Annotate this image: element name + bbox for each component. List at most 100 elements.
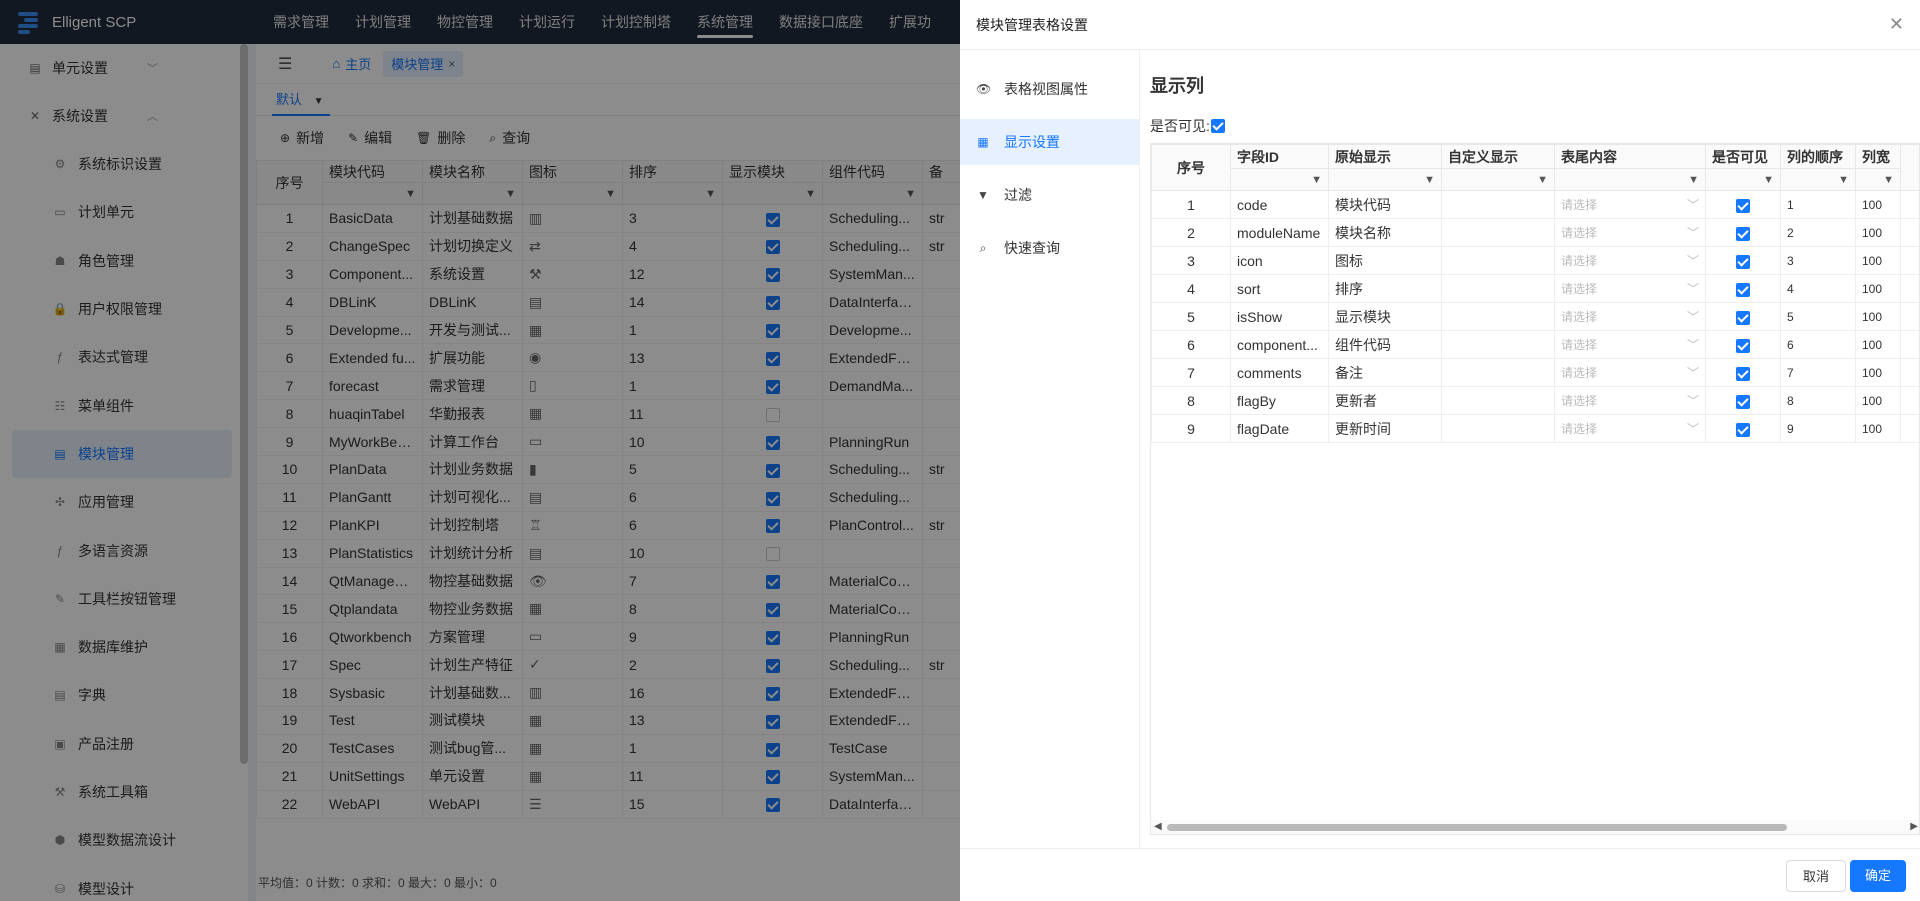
footer-content-select[interactable]: 请选择 ﹀	[1554, 302, 1706, 331]
column-filter[interactable]: ▼	[1328, 168, 1442, 191]
footer-content-select[interactable]: 请选择 ﹀	[1554, 358, 1706, 387]
column-filter[interactable]: ▼	[1705, 168, 1781, 191]
drawer-nav-label: 显示设置	[1004, 134, 1060, 150]
visible-checkbox[interactable]	[1736, 198, 1750, 213]
drawer-footer: 取消 确定	[960, 848, 1920, 901]
table-row[interactable]: 3 icon 图标 请选择 ﹀ 3 100	[1151, 246, 1919, 275]
visible-checkbox[interactable]	[1736, 366, 1750, 381]
filter-icon[interactable]: ▼	[1688, 174, 1699, 186]
table-cell	[1705, 414, 1781, 443]
select-placeholder: 请选择 ﹀	[1561, 420, 1699, 437]
column-header[interactable]: 列的顺序	[1780, 144, 1856, 169]
select-placeholder-text: 请选择	[1561, 310, 1598, 324]
table-cell: flagDate	[1230, 414, 1329, 443]
select-placeholder-text: 请选择	[1561, 338, 1598, 352]
column-header[interactable]: 序号	[1151, 144, 1231, 191]
confirm-button[interactable]: 确定	[1850, 860, 1906, 892]
footer-content-select[interactable]: 请选择 ﹀	[1554, 190, 1706, 219]
scroll-left-icon[interactable]: ◀	[1154, 821, 1162, 832]
table-row[interactable]: 8 flagBy 更新者 请选择 ﹀ 8 100	[1151, 386, 1919, 415]
scroll-right-icon[interactable]: ▶	[1910, 821, 1918, 832]
table-cell: 4	[1780, 274, 1856, 303]
custom-display-input[interactable]	[1441, 274, 1555, 303]
column-header[interactable]: 列宽	[1855, 144, 1901, 169]
select-placeholder-text: 请选择	[1561, 366, 1598, 380]
table-cell: 100	[1855, 274, 1901, 303]
table-cell	[1900, 358, 1919, 387]
visible-checkbox[interactable]	[1736, 338, 1750, 353]
visible-checkbox[interactable]	[1736, 254, 1750, 269]
filter-icon[interactable]: ▼	[1537, 174, 1548, 186]
footer-content-select[interactable]: 请选择 ﹀	[1554, 386, 1706, 415]
chevron-down-icon: ﹀	[1686, 422, 1699, 436]
table-cell: 5	[1151, 302, 1231, 331]
column-filter[interactable]: ▼	[1230, 168, 1329, 191]
chevron-down-icon: ﹀	[1686, 366, 1699, 380]
table-cell: 备注	[1328, 358, 1442, 387]
visible-toggle[interactable]: 是否可见:	[1150, 116, 1225, 136]
table-cell	[1900, 386, 1919, 415]
visible-checkbox[interactable]	[1736, 310, 1750, 325]
column-filter[interactable]: ▼	[1855, 168, 1901, 191]
custom-display-input[interactable]	[1441, 386, 1555, 415]
filter-icon[interactable]: ▼	[1838, 174, 1849, 186]
drawer-nav-item[interactable]: 👁 表格视图属性	[960, 66, 1139, 112]
drawer-nav-item[interactable]: ▼ 过滤	[960, 172, 1139, 218]
visible-checkbox[interactable]	[1736, 226, 1750, 241]
visible-checkbox[interactable]	[1736, 422, 1750, 437]
horizontal-scrollbar[interactable]: ◀ ▶	[1151, 820, 1919, 834]
select-placeholder: 请选择 ﹀	[1561, 364, 1699, 381]
table-row[interactable]: 4 sort 排序 请选择 ﹀ 4 100	[1151, 274, 1919, 303]
columns-table: 序号 字段ID 原始显示 自定义显示 表尾内容 是否可见 列的顺序 列宽 ▼ ▼ ▼ ▼ ▼ ▼ ▼ 1c…	[1151, 144, 1919, 443]
footer-content-select[interactable]: 请选择 ﹀	[1554, 274, 1706, 303]
footer-content-select[interactable]: 请选择 ﹀	[1554, 330, 1706, 359]
custom-display-input[interactable]	[1441, 218, 1555, 247]
table-row[interactable]: 6 component... 组件代码 请选择 ﹀ 6 100	[1151, 330, 1919, 359]
chevron-down-icon: ﹀	[1686, 282, 1699, 296]
scrollbar-thumb[interactable]	[1167, 824, 1787, 831]
custom-display-input[interactable]	[1441, 190, 1555, 219]
table-row[interactable]: 7 comments 备注 请选择 ﹀ 7 100	[1151, 358, 1919, 387]
column-header[interactable]: 自定义显示	[1441, 144, 1555, 169]
select-placeholder: 请选择 ﹀	[1561, 252, 1699, 269]
drawer-nav-item[interactable]: ⌕ 快速查询	[960, 225, 1139, 271]
footer-content-select[interactable]: 请选择 ﹀	[1554, 218, 1706, 247]
table-cell: 更新者	[1328, 386, 1442, 415]
table-cell: 100	[1855, 302, 1901, 331]
chevron-down-icon: ﹀	[1686, 310, 1699, 324]
column-header[interactable]: 是否可见	[1705, 144, 1781, 169]
custom-display-input[interactable]	[1441, 358, 1555, 387]
table-cell: comments	[1230, 358, 1329, 387]
table-row[interactable]: 5 isShow 显示模块 请选择 ﹀ 5 100	[1151, 302, 1919, 331]
table-cell: 100	[1855, 358, 1901, 387]
filter-icon[interactable]: ▼	[1763, 174, 1774, 186]
visible-checkbox[interactable]	[1736, 282, 1750, 297]
column-filter[interactable]: ▼	[1441, 168, 1555, 191]
column-filter[interactable]: ▼	[1780, 168, 1856, 191]
custom-display-input[interactable]	[1441, 302, 1555, 331]
table-row[interactable]: 1 code 模块代码 请选择 ﹀ 1 100	[1151, 190, 1919, 219]
visible-checkbox[interactable]	[1736, 394, 1750, 409]
column-filter[interactable]: ▼	[1554, 168, 1706, 191]
column-header[interactable]: 表尾内容	[1554, 144, 1706, 169]
filter-icon[interactable]: ▼	[1311, 174, 1322, 186]
custom-display-input[interactable]	[1441, 414, 1555, 443]
table-cell	[1705, 302, 1781, 331]
table-cell	[1705, 358, 1781, 387]
filter-icon[interactable]: ▼	[1424, 174, 1435, 186]
column-header[interactable]: 字段ID	[1230, 144, 1329, 169]
custom-display-input[interactable]	[1441, 246, 1555, 275]
close-icon[interactable]: ✕	[1889, 14, 1904, 35]
filter-icon[interactable]: ▼	[1883, 174, 1894, 186]
footer-content-select[interactable]: 请选择 ﹀	[1554, 246, 1706, 275]
table-cell: icon	[1230, 246, 1329, 275]
cancel-button[interactable]: 取消	[1786, 860, 1847, 892]
custom-display-input[interactable]	[1441, 330, 1555, 359]
table-row[interactable]: 2 moduleName 模块名称 请选择 ﹀ 2 100	[1151, 218, 1919, 247]
column-header[interactable]: 原始显示	[1328, 144, 1442, 169]
select-placeholder: 请选择 ﹀	[1561, 224, 1699, 241]
footer-content-select[interactable]: 请选择 ﹀	[1554, 414, 1706, 443]
table-row[interactable]: 9 flagDate 更新时间 请选择 ﹀ 9 100	[1151, 414, 1919, 443]
drawer-nav-item[interactable]: ▦ 显示设置	[960, 119, 1139, 165]
visible-checkbox[interactable]	[1210, 119, 1225, 133]
